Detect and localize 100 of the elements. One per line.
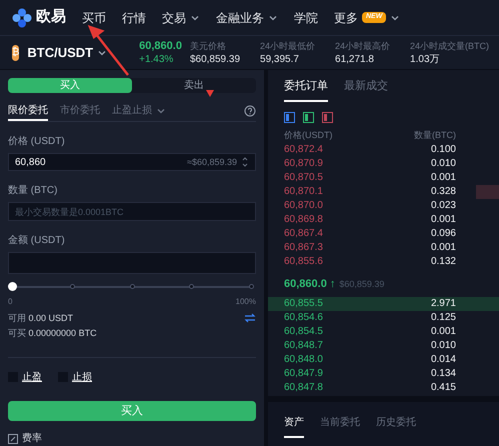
nav-link[interactable]: 交易 xyxy=(162,8,186,26)
book-row[interactable]: 60,870.9 0.010 xyxy=(268,156,499,170)
field-label: 金额 (USDT) xyxy=(8,234,66,248)
fee-link[interactable]: 费率 xyxy=(22,431,42,446)
book-amount: 0.010 xyxy=(430,157,456,171)
book-amount: 0.096 xyxy=(430,227,456,241)
stat-label: 24小时成交量(BTC) xyxy=(410,40,490,52)
bottom-tab[interactable]: 当前委托 xyxy=(320,415,360,438)
option-label[interactable]: 止盈 xyxy=(22,370,42,385)
book-amount: 0.001 xyxy=(430,171,456,185)
book-row[interactable]: 60,872.4 0.100 xyxy=(268,142,499,156)
book-row[interactable]: 60,870.5 0.001 xyxy=(268,170,499,184)
book-price: 60,847.9 xyxy=(284,367,323,381)
side-tab[interactable]: 卖出 xyxy=(132,78,256,93)
book-amount: 0.415 xyxy=(430,381,456,395)
book-row[interactable]: 60,867.3 0.001 xyxy=(268,240,499,254)
book-price: 60,867.4 xyxy=(284,227,323,241)
depth-bar xyxy=(476,184,499,198)
stat-label: 24小时最低价 xyxy=(260,40,316,52)
book-row[interactable]: 60,869.8 0.001 xyxy=(268,212,499,226)
balance-text: 可买 0.00000000 BTC xyxy=(8,327,97,340)
book-price: 60,848.7 xyxy=(284,339,323,353)
option-label[interactable]: 止损 xyxy=(72,370,92,385)
book-price: 60,855.5 xyxy=(284,297,323,311)
slider-min-label: 0 xyxy=(8,296,12,308)
stat-label: 美元价格 xyxy=(190,40,227,52)
book-price: 60,867.3 xyxy=(284,241,323,255)
book-amount: 0.014 xyxy=(430,353,456,367)
book-price: 60,870.0 xyxy=(284,199,323,213)
marker-triangle-icon xyxy=(206,90,214,97)
column-header: 数量(BTC) xyxy=(414,129,456,142)
book-amount: 0.125 xyxy=(430,311,456,325)
stat-value: 61,271.8 xyxy=(335,52,375,66)
slider-max-label: 100% xyxy=(236,296,256,308)
balance-text: 可用 0.00 USDT xyxy=(8,312,74,325)
book-layout-icon[interactable] xyxy=(322,112,333,123)
book-tab[interactable]: 最新成交 xyxy=(344,78,388,102)
column-header: 价格(USDT) xyxy=(284,129,332,142)
transfer-icon[interactable] xyxy=(244,312,256,324)
book-price: 60,854.6 xyxy=(284,311,323,325)
nav-link[interactable]: 学院 xyxy=(294,8,318,26)
stat-value: 59,395.7 xyxy=(260,52,300,66)
book-amount: 0.134 xyxy=(430,367,456,381)
price-change: +1.43% xyxy=(139,52,174,66)
book-amount: 2.971 xyxy=(430,297,456,311)
slider-track[interactable] xyxy=(8,282,256,290)
book-price: 60,854.5 xyxy=(284,325,323,339)
total-field[interactable] xyxy=(8,252,256,274)
stat-value: $60,859.39 xyxy=(190,52,240,66)
book-amount: 0.100 xyxy=(430,143,456,157)
nav-link[interactable]: 更多 xyxy=(334,8,358,26)
mid-price: 60,860.0 ↑ xyxy=(284,277,336,292)
book-price: 60,870.9 xyxy=(284,157,323,171)
book-row[interactable]: 60,870.1 0.328 xyxy=(268,184,499,198)
nav-link[interactable]: 金融业务 xyxy=(216,8,264,26)
book-layout-icon[interactable] xyxy=(284,112,295,123)
book-row[interactable]: 60,870.0 0.023 xyxy=(268,198,499,212)
book-price: 60,870.1 xyxy=(284,185,323,199)
mid-usd-price: $60,859.39 xyxy=(339,278,384,291)
pair-name: BTC/USDT xyxy=(27,44,94,62)
stat-label: 24小时最高价 xyxy=(335,40,390,52)
book-row[interactable]: 60,847.8 0.415 xyxy=(268,380,499,394)
amount-field[interactable]: 最小交易数量是0.0001BTC xyxy=(8,202,256,221)
book-amount: 0.001 xyxy=(430,325,456,339)
book-row[interactable]: 60,848.7 0.010 xyxy=(268,338,499,352)
coin-icon: ₿ xyxy=(12,44,20,60)
book-row[interactable]: 60,855.6 0.132 xyxy=(268,254,499,268)
book-tab[interactable]: 委托订单 xyxy=(284,78,328,102)
book-amount: 0.023 xyxy=(430,199,456,213)
book-row[interactable]: 60,848.0 0.014 xyxy=(268,352,499,366)
price-field[interactable]: 60,860 ≈$60,859.39 xyxy=(8,153,256,172)
book-price: 60,872.4 xyxy=(284,143,323,157)
help-icon[interactable] xyxy=(244,105,256,118)
book-row[interactable]: 60,867.4 0.096 xyxy=(268,226,499,240)
field-label: 价格 (USDT) xyxy=(8,134,66,150)
book-row[interactable]: 60,854.5 0.001 xyxy=(268,324,499,338)
book-amount: 0.010 xyxy=(430,339,456,353)
bottom-tab[interactable]: 历史委托 xyxy=(376,415,416,438)
nav-link[interactable]: 买币 xyxy=(82,8,106,26)
brand-name: 欧易 xyxy=(36,7,66,28)
book-layout-icon[interactable] xyxy=(303,112,314,123)
price-value: 60,860 xyxy=(15,156,46,170)
book-price: 60,847.8 xyxy=(284,381,323,395)
book-price: 60,855.6 xyxy=(284,255,323,269)
book-row[interactable]: 60,855.5 2.971 xyxy=(268,296,499,310)
rate-icon xyxy=(8,434,18,444)
bottom-tab[interactable]: 资产 xyxy=(284,415,304,438)
book-price: 60,870.5 xyxy=(284,171,323,185)
book-price: 60,848.0 xyxy=(284,353,323,367)
field-label: 数量 (BTC) xyxy=(8,184,58,198)
nav-link[interactable]: 行情 xyxy=(122,8,146,26)
book-price: 60,869.8 xyxy=(284,213,323,227)
order-type-tab[interactable]: 限价委托 xyxy=(8,101,48,122)
last-price: 60,860.0 xyxy=(139,40,182,52)
book-row[interactable]: 60,854.6 0.125 xyxy=(268,310,499,324)
slider-thumb[interactable] xyxy=(8,282,17,292)
book-amount: 0.328 xyxy=(430,185,456,199)
book-row[interactable]: 60,847.9 0.134 xyxy=(268,366,499,380)
stat-value: 1.03万 xyxy=(410,52,441,66)
book-amount: 0.132 xyxy=(430,255,456,269)
